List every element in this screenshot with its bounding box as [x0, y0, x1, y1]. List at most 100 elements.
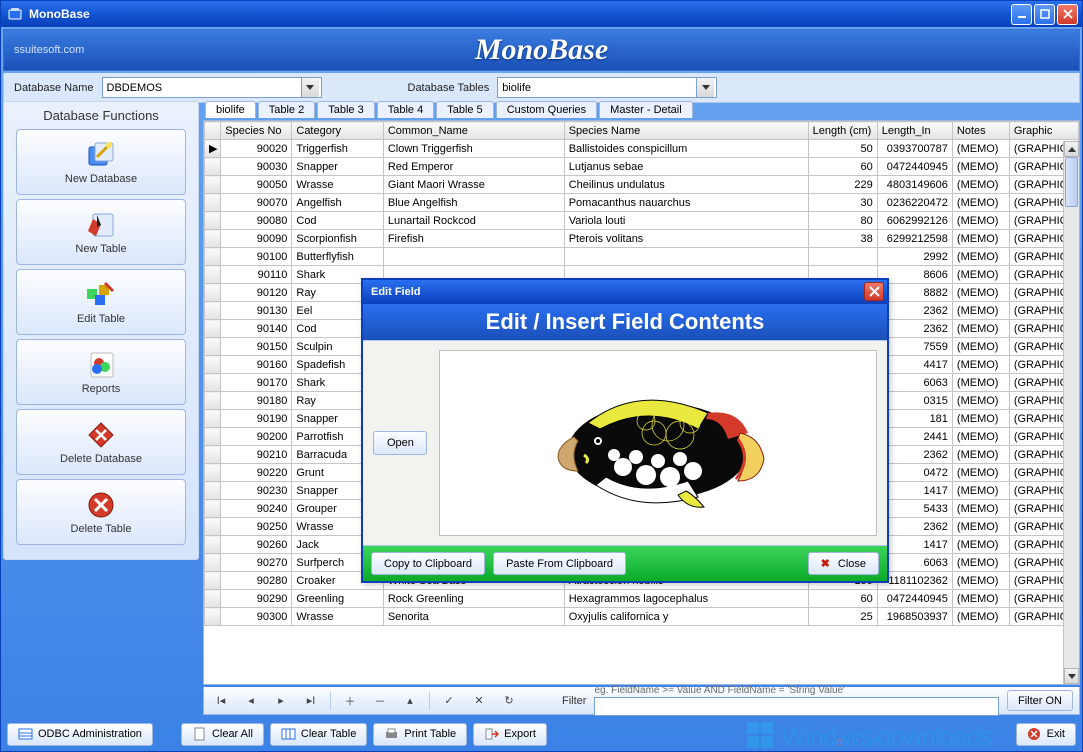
- cell[interactable]: Blue Angelfish: [383, 194, 564, 212]
- cell[interactable]: (MEMO): [952, 194, 1009, 212]
- cell[interactable]: (MEMO): [952, 158, 1009, 176]
- cell[interactable]: (MEMO): [952, 284, 1009, 302]
- filter-on-button[interactable]: Filter ON: [1007, 690, 1073, 711]
- table-row[interactable]: ▶90020TriggerfishClown TriggerfishBallis…: [205, 140, 1079, 158]
- open-button[interactable]: Open: [373, 431, 427, 455]
- tab-master-detail[interactable]: Master - Detail: [599, 101, 693, 118]
- cell[interactable]: 90230: [221, 482, 292, 500]
- dialog-close-button[interactable]: [864, 282, 884, 301]
- cell[interactable]: Lunartail Rockcod: [383, 212, 564, 230]
- exit-button[interactable]: Exit: [1016, 723, 1076, 746]
- odbc-admin-button[interactable]: ODBC Administration: [7, 723, 153, 746]
- cell[interactable]: [808, 248, 877, 266]
- cell[interactable]: 80: [808, 212, 877, 230]
- new-table-button[interactable]: New Table: [16, 199, 186, 265]
- cell[interactable]: 1968503937: [877, 608, 952, 626]
- cell[interactable]: 6299212598: [877, 230, 952, 248]
- cell[interactable]: (MEMO): [952, 410, 1009, 428]
- cell[interactable]: (MEMO): [952, 608, 1009, 626]
- database-tables-input[interactable]: [498, 78, 696, 97]
- cell[interactable]: 0393700787: [877, 140, 952, 158]
- cell[interactable]: (MEMO): [952, 356, 1009, 374]
- nav-post-button[interactable]: ✓: [438, 691, 460, 711]
- cell[interactable]: 90070: [221, 194, 292, 212]
- cell[interactable]: (MEMO): [952, 338, 1009, 356]
- cell[interactable]: (MEMO): [952, 230, 1009, 248]
- nav-prev-button[interactable]: ◂: [240, 691, 262, 711]
- cell[interactable]: Pomacanthus nauarchus: [564, 194, 808, 212]
- cell[interactable]: Ballistoides conspicillum: [564, 140, 808, 158]
- edit-table-button[interactable]: Edit Table: [16, 269, 186, 335]
- cell[interactable]: (MEMO): [952, 500, 1009, 518]
- cell[interactable]: (MEMO): [952, 320, 1009, 338]
- cell[interactable]: Hexagrammos lagocephalus: [564, 590, 808, 608]
- scroll-up-icon[interactable]: [1064, 141, 1079, 157]
- column-header[interactable]: Length_In: [877, 122, 952, 140]
- cell[interactable]: Snapper: [292, 158, 383, 176]
- database-name-input[interactable]: [103, 78, 301, 97]
- minimize-button[interactable]: [1011, 4, 1032, 25]
- cell[interactable]: Firefish: [383, 230, 564, 248]
- cell[interactable]: 50: [808, 140, 877, 158]
- cell[interactable]: 90140: [221, 320, 292, 338]
- cell[interactable]: 4803149606: [877, 176, 952, 194]
- cell[interactable]: 6062992126: [877, 212, 952, 230]
- close-window-button[interactable]: [1057, 4, 1078, 25]
- cell[interactable]: (MEMO): [952, 590, 1009, 608]
- cell[interactable]: Lutjanus sebae: [564, 158, 808, 176]
- table-row[interactable]: 90070AngelfishBlue AngelfishPomacanthus …: [205, 194, 1079, 212]
- cell[interactable]: (MEMO): [952, 302, 1009, 320]
- nav-next-button[interactable]: ▸: [270, 691, 292, 711]
- column-header[interactable]: Graphic: [1009, 122, 1078, 140]
- maximize-button[interactable]: [1034, 4, 1055, 25]
- database-name-combo[interactable]: [102, 77, 322, 98]
- cell[interactable]: 90110: [221, 266, 292, 284]
- cell[interactable]: Angelfish: [292, 194, 383, 212]
- cell[interactable]: 38: [808, 230, 877, 248]
- cell[interactable]: (MEMO): [952, 140, 1009, 158]
- cell[interactable]: Oxyjulis californica y: [564, 608, 808, 626]
- chevron-down-icon[interactable]: [301, 78, 319, 97]
- cell[interactable]: (MEMO): [952, 464, 1009, 482]
- cell[interactable]: Cheilinus undulatus: [564, 176, 808, 194]
- cell[interactable]: 90180: [221, 392, 292, 410]
- cell[interactable]: 0472440945: [877, 590, 952, 608]
- paste-clipboard-button[interactable]: Paste From Clipboard: [493, 552, 626, 575]
- cell[interactable]: 90130: [221, 302, 292, 320]
- cell[interactable]: Pterois volitans: [564, 230, 808, 248]
- cell[interactable]: 90080: [221, 212, 292, 230]
- cell[interactable]: 90240: [221, 500, 292, 518]
- clear-all-button[interactable]: Clear All: [181, 723, 264, 746]
- cell[interactable]: (MEMO): [952, 572, 1009, 590]
- nav-add-button[interactable]: ＋: [339, 691, 361, 711]
- cell[interactable]: 90220: [221, 464, 292, 482]
- tab-table-4[interactable]: Table 4: [377, 101, 434, 118]
- nav-first-button[interactable]: I◂: [210, 691, 232, 711]
- cell[interactable]: 90050: [221, 176, 292, 194]
- table-row[interactable]: 90290GreenlingRock GreenlingHexagrammos …: [205, 590, 1079, 608]
- cell[interactable]: 90150: [221, 338, 292, 356]
- cell[interactable]: (MEMO): [952, 554, 1009, 572]
- nav-refresh-button[interactable]: ↻: [498, 691, 520, 711]
- cell[interactable]: 90250: [221, 518, 292, 536]
- cell[interactable]: Red Emperor: [383, 158, 564, 176]
- cell[interactable]: Wrasse: [292, 608, 383, 626]
- vertical-scrollbar[interactable]: [1063, 141, 1079, 684]
- cell[interactable]: 90270: [221, 554, 292, 572]
- tab-table-3[interactable]: Table 3: [317, 101, 374, 118]
- column-header[interactable]: Species No: [221, 122, 292, 140]
- tab-table-2[interactable]: Table 2: [258, 101, 315, 118]
- clear-table-button[interactable]: Clear Table: [270, 723, 367, 746]
- cell[interactable]: Rock Greenling: [383, 590, 564, 608]
- cell[interactable]: 90260: [221, 536, 292, 554]
- cell[interactable]: Scorpionfish: [292, 230, 383, 248]
- cell[interactable]: 90200: [221, 428, 292, 446]
- table-row[interactable]: 90090ScorpionfishFirefishPterois volitan…: [205, 230, 1079, 248]
- delete-table-button[interactable]: Delete Table: [16, 479, 186, 545]
- cell[interactable]: 90020: [221, 140, 292, 158]
- cell[interactable]: (MEMO): [952, 248, 1009, 266]
- cell[interactable]: (MEMO): [952, 518, 1009, 536]
- cell[interactable]: 90120: [221, 284, 292, 302]
- column-header[interactable]: Category: [292, 122, 383, 140]
- column-header[interactable]: Length (cm): [808, 122, 877, 140]
